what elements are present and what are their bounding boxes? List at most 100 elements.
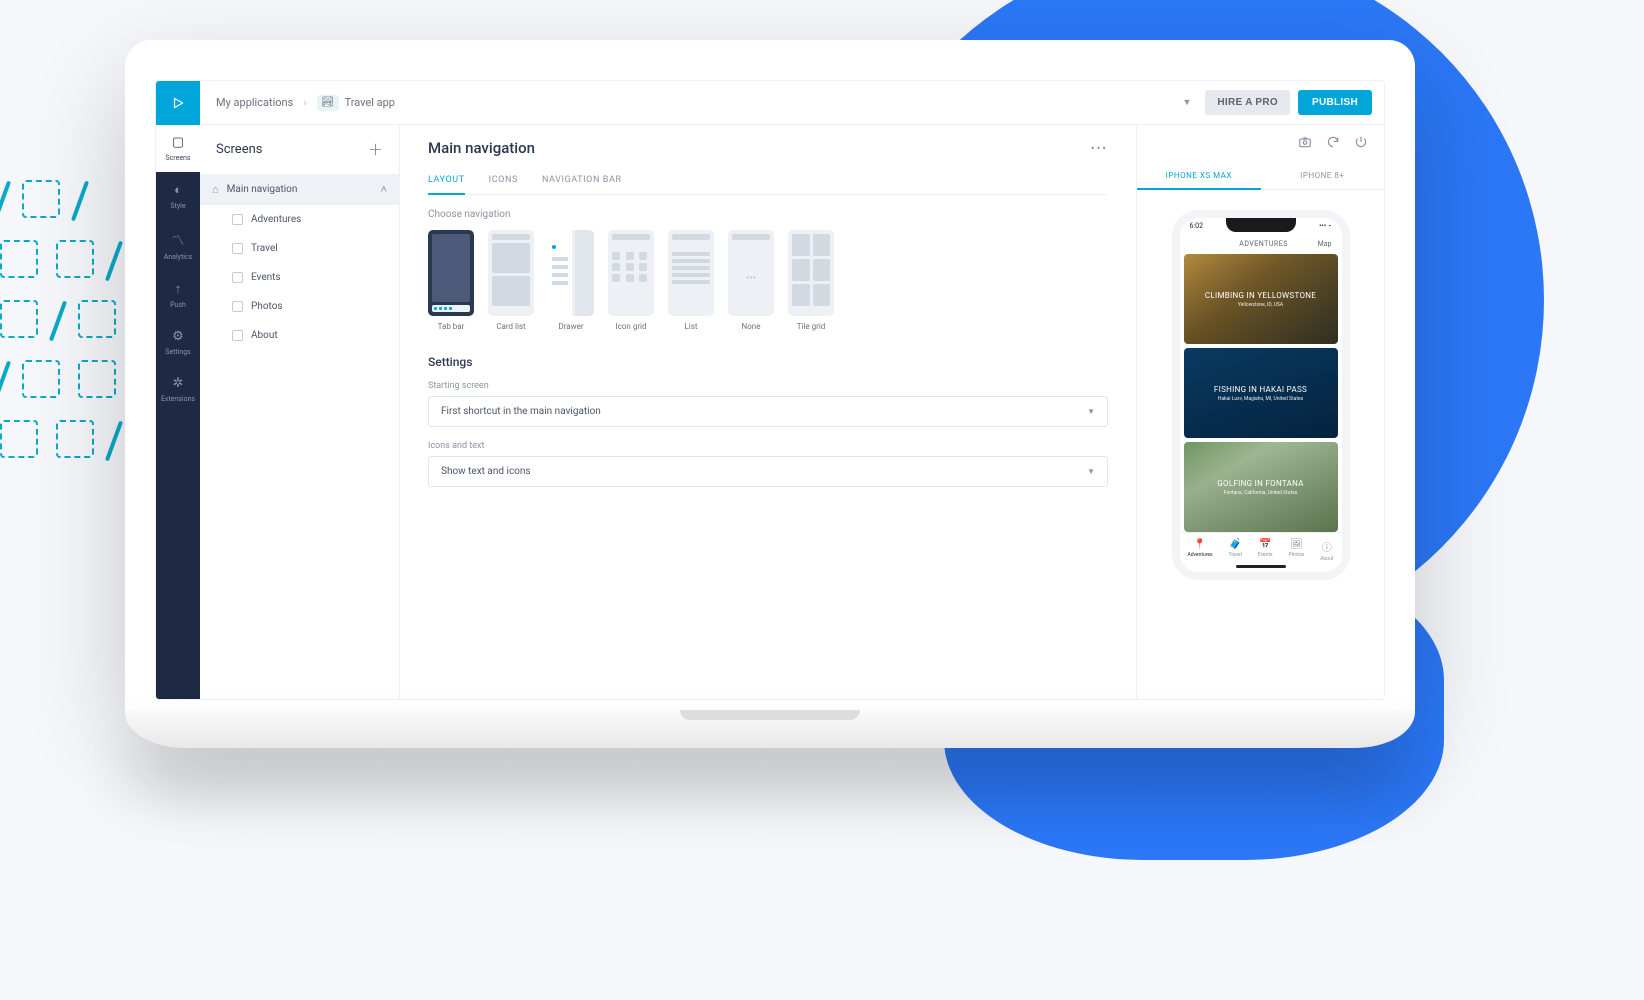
chevron-down-icon: ▼	[1087, 407, 1095, 416]
app-logo[interactable]	[156, 81, 200, 125]
phone-tab-about[interactable]: ⓘAbout	[1320, 539, 1333, 562]
nav-opt-none[interactable]: ••• None	[728, 230, 774, 331]
push-icon: ↑	[175, 281, 182, 297]
sidebar-item-settings[interactable]: ⚙ Settings	[156, 319, 200, 366]
screen-label: Travel	[251, 243, 278, 254]
nav-opt-label: Icon grid	[616, 322, 647, 331]
phone-tab-travel[interactable]: 🧳Travel	[1229, 539, 1242, 562]
phone-tab-events[interactable]: 📅Events	[1258, 539, 1273, 562]
sidebar-label: Style	[170, 202, 185, 210]
chevron-right-icon: ›	[303, 96, 306, 109]
card-title: CLIMBING IN YELLOWSTONE	[1205, 291, 1316, 300]
breadcrumb-root[interactable]: My applications	[216, 96, 293, 109]
sidebar-item-style[interactable]: ◐ Style	[156, 172, 200, 220]
topbar: My applications › 🏞 Travel app ▼ HIRE A …	[156, 81, 1384, 125]
sidebar-label: Extensions	[161, 395, 195, 403]
tab-label: About	[1320, 556, 1333, 562]
phone-tab-photos[interactable]: 🖼Photos	[1288, 539, 1304, 562]
nav-opt-label: Tab bar	[438, 322, 465, 331]
tab-navbar[interactable]: NAVIGATION BAR	[542, 175, 622, 194]
app-icon: 🏞	[317, 95, 339, 111]
nav-opt-list[interactable]: List	[668, 230, 714, 331]
screen-about[interactable]: About	[200, 321, 399, 350]
gear-icon: ⚙	[172, 329, 184, 344]
phone-preview: 6:02 ••• ⁃ ADVENTURES Map CLIMBING IN YE…	[1172, 210, 1350, 580]
analytics-icon: 〽	[171, 230, 184, 249]
breadcrumb-app-label: Travel app	[345, 96, 395, 109]
phone-header-title: ADVENTURES	[1210, 240, 1318, 248]
phone-time: 6:02	[1190, 222, 1204, 230]
nav-opt-label: None	[742, 322, 761, 331]
nav-opt-cardlist[interactable]: Card list	[488, 230, 534, 331]
sidebar-item-extensions[interactable]: ✲ Extensions	[156, 366, 200, 413]
page-icon	[232, 214, 243, 225]
preview-card[interactable]: CLIMBING IN YELLOWSTONE Yellowstone, ID,…	[1184, 254, 1338, 344]
screen-label: Events	[251, 272, 281, 283]
sidebar-item-screens[interactable]: ▢ Screens	[156, 125, 200, 172]
extensions-icon: ✲	[173, 376, 184, 391]
add-screen-button[interactable]: ＋	[368, 139, 383, 160]
settings-heading: Settings	[428, 355, 1108, 369]
tab-icons[interactable]: ICONS	[489, 175, 518, 194]
tab-layout[interactable]: LAYOUT	[428, 175, 465, 195]
page-icon	[232, 301, 243, 312]
nav-options: Tab bar Card list Drawer	[428, 230, 1108, 331]
nav-opt-label: List	[685, 322, 698, 331]
nav-opt-label: Tile grid	[797, 322, 826, 331]
page-icon	[232, 243, 243, 254]
breadcrumb: My applications › 🏞 Travel app	[200, 95, 411, 111]
phone-notch	[1226, 218, 1296, 232]
screen-main-navigation[interactable]: ⌂ Main navigation ˄	[200, 174, 399, 205]
card-subtitle: Yellowstone, ID, USA	[1238, 302, 1283, 308]
pin-icon: 📍	[1194, 539, 1206, 550]
power-icon[interactable]	[1354, 135, 1368, 153]
nav-opt-tabbar[interactable]: Tab bar	[428, 230, 474, 331]
preview-card[interactable]: GOLFING IN FONTANA Fontana, California, …	[1184, 442, 1338, 532]
phone-tab-adventures[interactable]: 📍Adventures	[1187, 539, 1212, 562]
sidebar-item-push[interactable]: ↑ Push	[156, 271, 200, 319]
chevron-up-icon: ˄	[381, 183, 387, 196]
nav-opt-label: Drawer	[558, 322, 583, 331]
breadcrumb-app[interactable]: 🏞 Travel app	[317, 95, 395, 111]
select-icons-text[interactable]: Show text and icons ▼	[428, 456, 1108, 487]
card-title: GOLFING IN FONTANA	[1217, 479, 1303, 488]
refresh-icon[interactable]	[1326, 135, 1340, 153]
camera-icon[interactable]	[1298, 135, 1312, 153]
device-tab-8plus[interactable]: IPHONE 8+	[1261, 163, 1385, 189]
signal-icon: ••• ⁃	[1319, 222, 1331, 230]
device-tab-xsmax[interactable]: IPHONE XS MAX	[1137, 163, 1261, 190]
topbar-caret-icon[interactable]: ▼	[1176, 91, 1197, 114]
editor-title: Main navigation	[428, 139, 535, 157]
publish-button[interactable]: PUBLISH	[1298, 90, 1372, 115]
laptop-frame: My applications › 🏞 Travel app ▼ HIRE A …	[125, 40, 1415, 748]
screen-travel[interactable]: Travel	[200, 234, 399, 263]
field-label-starting: Starting screen	[428, 381, 1108, 391]
sidebar-item-analytics[interactable]: 〽 Analytics	[156, 220, 200, 271]
screen-label: About	[251, 330, 278, 341]
preview-card[interactable]: FISHING IN HAKAI PASS Hakai Luxv, Magiah…	[1184, 348, 1338, 438]
main-sidebar: ▢ Screens ◐ Style 〽 Analytics ↑ Push	[156, 125, 200, 699]
screen-adventures[interactable]: Adventures	[200, 205, 399, 234]
screen-label: Photos	[251, 301, 283, 312]
choose-nav-label: Choose navigation	[428, 209, 1108, 220]
screen-events[interactable]: Events	[200, 263, 399, 292]
home-indicator	[1236, 565, 1286, 568]
photo-icon: 🖼	[1290, 539, 1303, 550]
screen-label: Adventures	[251, 214, 301, 225]
screen-photos[interactable]: Photos	[200, 292, 399, 321]
nav-opt-label: Card list	[496, 322, 525, 331]
phone-header-right[interactable]: Map	[1318, 240, 1332, 248]
screens-icon: ▢	[172, 135, 184, 150]
nav-opt-icongrid[interactable]: Icon grid	[608, 230, 654, 331]
chevron-down-icon: ▼	[1087, 467, 1095, 476]
field-label-icons: Icons and text	[428, 441, 1108, 451]
page-icon	[232, 272, 243, 283]
select-value: First shortcut in the main navigation	[441, 406, 601, 417]
travel-icon: 🧳	[1229, 539, 1241, 550]
select-starting-screen[interactable]: First shortcut in the main navigation ▼	[428, 396, 1108, 427]
card-title: FISHING IN HAKAI PASS	[1214, 385, 1307, 394]
hire-button[interactable]: HIRE A PRO	[1205, 90, 1290, 115]
more-menu-icon[interactable]: •••	[1091, 142, 1108, 155]
nav-opt-drawer[interactable]: Drawer	[548, 230, 594, 331]
nav-opt-tilegrid[interactable]: Tile grid	[788, 230, 834, 331]
